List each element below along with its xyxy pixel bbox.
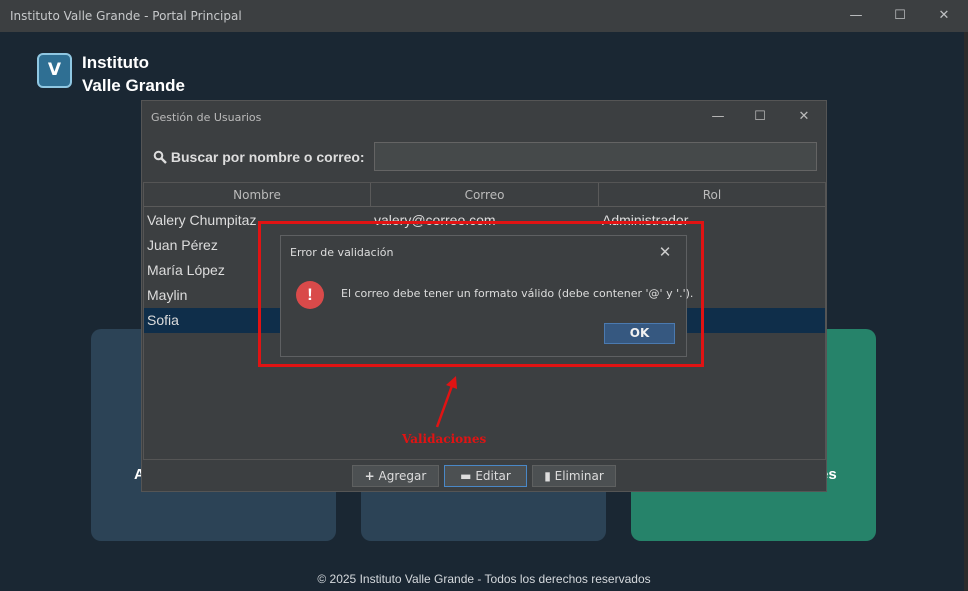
cell-name: María López xyxy=(147,262,225,278)
close-icon[interactable]: ✕ xyxy=(922,0,966,32)
plus-icon: + xyxy=(364,469,375,483)
brand-line-1: Instituto xyxy=(82,53,150,72)
minimize-icon[interactable]: — xyxy=(834,0,878,32)
search-label-text: Buscar por nombre o correo: xyxy=(170,149,365,165)
search-icon xyxy=(153,150,167,164)
annotation-label: Validaciones xyxy=(402,432,487,446)
search-label: Buscar por nombre o correo: xyxy=(153,149,365,165)
edit-icon: ▬ xyxy=(460,469,472,483)
annotation-arrow-icon xyxy=(435,376,457,428)
close-icon[interactable]: ✕ xyxy=(784,105,824,129)
footer-text: © 2025 Instituto Valle Grande - Todos lo… xyxy=(317,572,651,586)
maximize-icon[interactable]: ☐ xyxy=(878,0,922,32)
annotation-highlight-box xyxy=(258,221,704,367)
column-header-name[interactable]: Nombre xyxy=(144,183,371,207)
user-management-title: Gestión de Usuarios xyxy=(151,111,262,124)
add-button[interactable]: + Agregar xyxy=(352,465,439,487)
edit-button-label: Editar xyxy=(475,469,511,483)
window-titlebar: Instituto Valle Grande - Portal Principa… xyxy=(0,0,968,32)
delete-button[interactable]: ▮ Eliminar xyxy=(532,465,616,487)
search-input[interactable] xyxy=(374,142,817,171)
cell-name: Valery Chumpitaz xyxy=(147,212,257,228)
brand-name: Instituto Valle Grande xyxy=(82,51,185,97)
action-button-bar: + Agregar ▬ Editar ▮ Eliminar xyxy=(142,460,826,492)
add-button-label: Agregar xyxy=(378,469,427,483)
window-title: Instituto Valle Grande - Portal Principa… xyxy=(10,9,242,23)
maximize-icon[interactable]: ☐ xyxy=(740,105,780,129)
background-window-edge xyxy=(964,32,968,591)
minimize-icon[interactable]: — xyxy=(698,105,738,129)
column-header-email[interactable]: Correo xyxy=(371,183,599,207)
column-header-role[interactable]: Rol xyxy=(599,183,825,207)
brand-line-2: Valle Grande xyxy=(82,76,185,95)
logo-icon: V xyxy=(37,53,72,88)
cell-name: Maylin xyxy=(147,287,188,303)
cell-name: Juan Pérez xyxy=(147,237,218,253)
delete-button-label: Eliminar xyxy=(554,469,604,483)
trash-icon: ▮ xyxy=(544,469,551,483)
cell-name: Sofia xyxy=(147,312,179,328)
edit-button[interactable]: ▬ Editar xyxy=(444,465,527,487)
